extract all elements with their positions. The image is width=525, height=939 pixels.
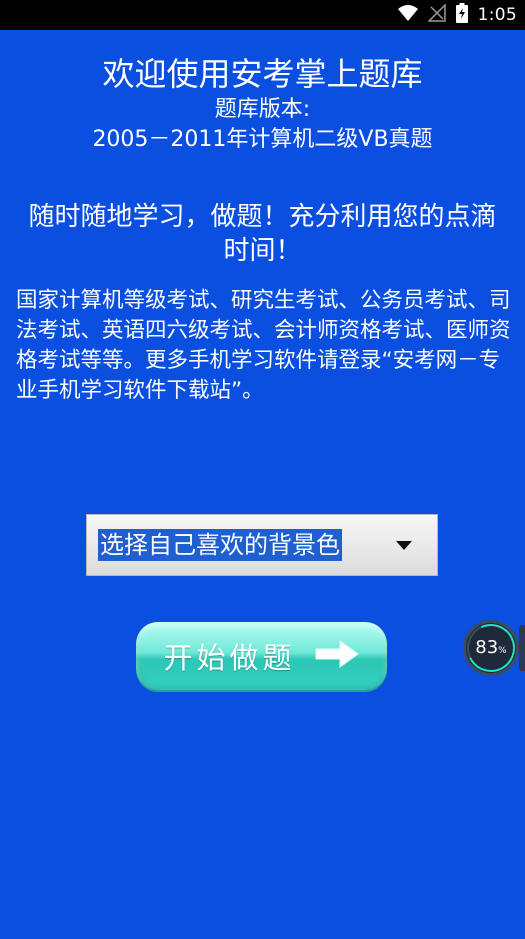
description-text: 国家计算机等级考试、研究生考试、公务员考试、司法考试、英语四六级考试、会计师资格… [16, 288, 511, 403]
status-icons: 1:05 [397, 0, 517, 30]
floating-widget-tab[interactable] [519, 625, 525, 671]
background-color-select-value: 选择自己喜欢的背景色 [98, 529, 342, 561]
dropdown-arrow-icon [396, 541, 412, 550]
floating-widget-value: 83% [475, 637, 507, 658]
page-title: 欢迎使用安考掌上题库 [102, 55, 423, 93]
slogan-text: 随时随地学习，做题！充分利用您的点滴时间！ [28, 202, 497, 266]
floating-memory-widget[interactable]: 83% [460, 617, 522, 679]
no-signal-icon [426, 3, 446, 26]
start-quiz-button[interactable]: 开始做题 [136, 622, 387, 690]
app-screen: 欢迎使用安考掌上题库 题库版本: 2005－2011年计算机二级VB真题 随时随… [0, 30, 525, 939]
version-label: 题库版本: [214, 97, 311, 122]
wifi-icon [397, 5, 418, 25]
start-quiz-label: 开始做题 [163, 641, 296, 675]
background-color-select[interactable]: 选择自己喜欢的背景色 [86, 514, 438, 576]
status-time: 1:05 [477, 5, 517, 25]
arrow-right-icon [314, 639, 360, 673]
version-value: 2005－2011年计算机二级VB真题 [92, 127, 433, 152]
status-bar: 1:05 [0, 0, 525, 30]
battery-charging-icon [455, 3, 468, 27]
